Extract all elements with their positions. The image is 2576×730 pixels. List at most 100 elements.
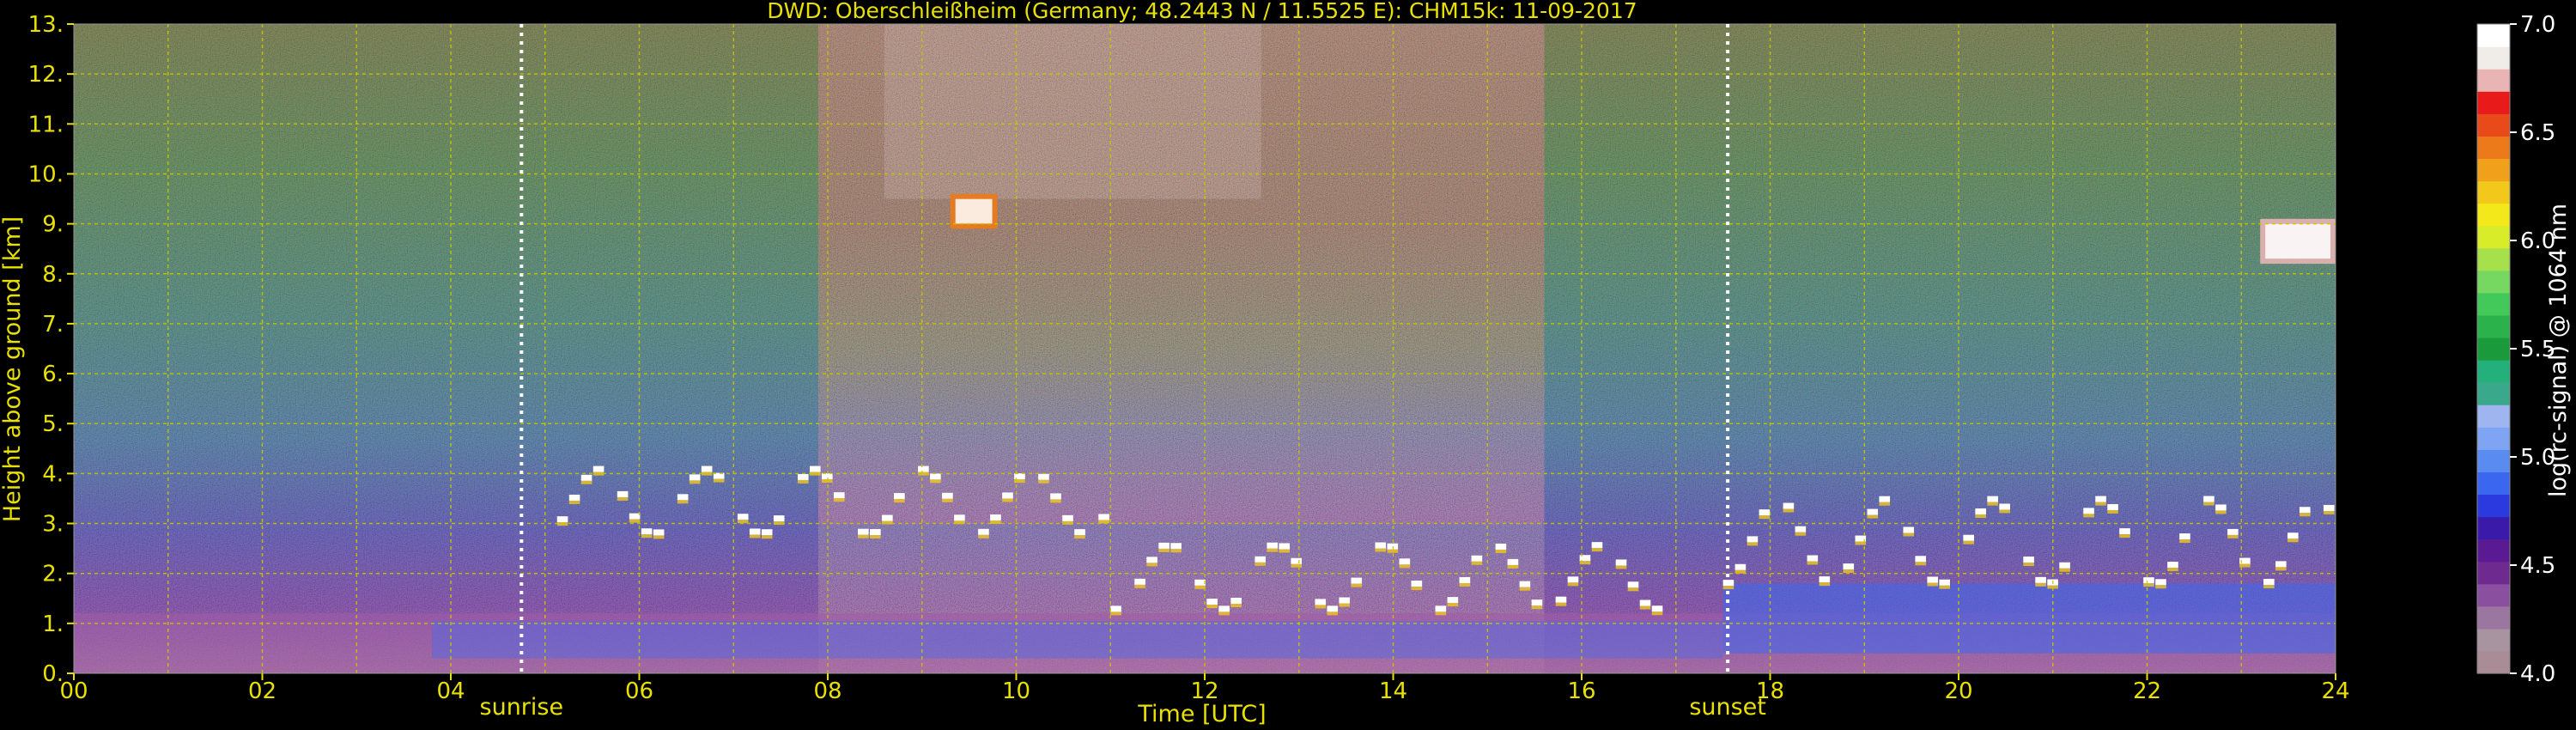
y-tick-label: 10. bbox=[28, 161, 64, 187]
feature-cloud-layer-edge bbox=[1795, 532, 1807, 536]
feature-cloud-layer bbox=[580, 474, 592, 481]
y-tick-label: 13. bbox=[28, 12, 64, 38]
colorbar-segment bbox=[2477, 650, 2510, 674]
feature-cloud-layer-edge bbox=[1267, 548, 1278, 552]
feature-cloud-layer bbox=[641, 528, 653, 535]
feature-cloud-layer bbox=[773, 515, 785, 522]
feature-cloud-layer-edge bbox=[1459, 582, 1471, 587]
feature-cloud-layer-edge bbox=[1519, 587, 1531, 591]
feature-cloud-layer-edge bbox=[1002, 498, 1013, 502]
feature-cirrus-core bbox=[955, 198, 993, 224]
feature-cloud-layer-edge bbox=[617, 496, 629, 501]
feature-cloud-layer-edge bbox=[689, 480, 701, 484]
feature-cloud-layer bbox=[1375, 542, 1387, 549]
feature-cloud-layer-edge bbox=[1975, 514, 1986, 518]
x-tick-label: 00 bbox=[59, 678, 88, 704]
feature-cloud-layer-edge bbox=[1387, 549, 1399, 553]
feature-cloud-layer bbox=[592, 465, 605, 472]
feature-cloud-layer-edge bbox=[797, 479, 809, 484]
x-tick-label: 16 bbox=[1567, 678, 1595, 704]
feature-cloud-layer-edge bbox=[1759, 515, 1771, 520]
feature-cloud-layer-edge bbox=[653, 535, 665, 539]
x-tick-label: 20 bbox=[1944, 678, 1972, 704]
feature-cloud-layer-edge bbox=[1230, 603, 1242, 607]
feature-cloud-layer bbox=[2035, 576, 2046, 583]
feature-cloud-layer bbox=[1507, 558, 1519, 565]
feature-cloud-layer bbox=[617, 490, 629, 497]
x-tick-label: 22 bbox=[2133, 678, 2161, 704]
feature-cloud-layer-edge bbox=[1435, 611, 1447, 616]
feature-cloud-layer-edge bbox=[1963, 540, 1974, 544]
colorbar-segment bbox=[2477, 180, 2510, 204]
feature-cloud-layer bbox=[1279, 543, 1291, 550]
feature-cloud-layer bbox=[2095, 496, 2106, 502]
feature-cloud-layer bbox=[2155, 579, 2166, 586]
x-axis-label: Time [UTC] bbox=[1137, 701, 1266, 727]
feature-cloud-layer bbox=[2287, 532, 2299, 539]
feature-cloud-layer bbox=[556, 516, 568, 523]
feature-cloud-layer bbox=[834, 492, 845, 499]
feature-cloud-layer bbox=[1435, 605, 1447, 612]
feature-cloud-layer-edge bbox=[641, 534, 653, 538]
feature-cloud-layer bbox=[1098, 514, 1109, 520]
feature-cloud-layer bbox=[1927, 576, 1939, 583]
x-tick-label: 24 bbox=[2321, 678, 2349, 704]
colorbar-segment bbox=[2477, 405, 2510, 428]
y-tick-label: 3. bbox=[42, 512, 64, 538]
feature-cloud-layer-edge bbox=[1591, 548, 1603, 552]
colorbar-segment bbox=[2477, 561, 2510, 585]
colorbar-segment bbox=[2477, 449, 2510, 472]
feature-cloud-layer bbox=[1134, 578, 1145, 585]
feature-cloud-layer-edge bbox=[2167, 568, 2178, 572]
feature-cloud-layer bbox=[894, 493, 905, 500]
y-tick-label: 11. bbox=[28, 112, 64, 137]
feature-cloud-layer bbox=[2119, 528, 2130, 535]
lidar-chart: sunrise sunset0.1.2.3.4.5.6.7.8.9.10.11.1… bbox=[0, 0, 2572, 727]
feature-cloud-layer-edge bbox=[749, 534, 761, 538]
feature-cloud-layer bbox=[677, 494, 689, 501]
feature-cloud-layer bbox=[1074, 529, 1085, 536]
feature-cloud-layer bbox=[1939, 579, 1950, 586]
feature-cloud-layer-edge bbox=[1194, 585, 1206, 589]
feature-cloud-layer bbox=[870, 529, 881, 536]
feature-cloud-layer bbox=[2023, 557, 2034, 563]
feature-cloud-layer-edge bbox=[1567, 582, 1579, 587]
feature-cloud-layer-edge bbox=[1783, 508, 1795, 513]
feature-cloud-layer bbox=[1867, 508, 1879, 515]
feature-cloud-layer-edge bbox=[1495, 549, 1507, 553]
colorbar-segment bbox=[2477, 337, 2510, 361]
colorbar-segment bbox=[2477, 247, 2510, 271]
feature-cloud-layer bbox=[1170, 543, 1182, 550]
feature-cloud-layer-edge bbox=[2107, 509, 2118, 514]
colorbar-segment bbox=[2477, 203, 2510, 227]
feature-cloud-layer bbox=[2300, 507, 2311, 514]
feature-cloud-layer bbox=[1339, 597, 1351, 604]
feature-cloud-layer-edge bbox=[1038, 479, 1049, 484]
feature-cloud-layer-edge bbox=[2300, 513, 2311, 517]
feature-cloud-layer bbox=[1735, 563, 1747, 570]
x-tick-label: 14 bbox=[1379, 678, 1407, 704]
feature-cloud-layer-edge bbox=[930, 479, 941, 484]
feature-cloud-layer-edge bbox=[1218, 611, 1230, 616]
feature-cloud-layer-edge bbox=[1279, 549, 1291, 553]
feature-cloud-layer bbox=[1327, 605, 1339, 612]
feature-cloud-layer-edge bbox=[2263, 585, 2275, 589]
feature-cloud-layer-edge bbox=[870, 535, 881, 539]
feature-cloud-layer-edge bbox=[2215, 510, 2227, 514]
feature-boundary-layer-aerosol-blue bbox=[432, 620, 1723, 659]
feature-cloud-layer-edge bbox=[1255, 562, 1266, 566]
colorbar-segment bbox=[2477, 583, 2510, 607]
feature-cloud-layer-edge bbox=[1110, 611, 1121, 616]
feature-cloud-layer-edge bbox=[1315, 605, 1327, 609]
feature-cloud-layer bbox=[1267, 542, 1278, 549]
feature-cloud-layer bbox=[858, 528, 869, 535]
feature-cloud-layer-edge bbox=[1170, 549, 1182, 553]
feature-cloud-layer-edge bbox=[2095, 502, 2106, 506]
colorbar-segment bbox=[2477, 605, 2510, 630]
feature-cloud-layer bbox=[1987, 496, 1998, 502]
sunrise-label: sunrise bbox=[480, 694, 564, 721]
feature-cloud-layer-edge bbox=[1134, 584, 1145, 588]
feature-cloud-layer bbox=[1591, 542, 1603, 549]
feature-cloud-layer bbox=[1062, 514, 1073, 521]
feature-cloud-layer-edge bbox=[1375, 548, 1387, 552]
